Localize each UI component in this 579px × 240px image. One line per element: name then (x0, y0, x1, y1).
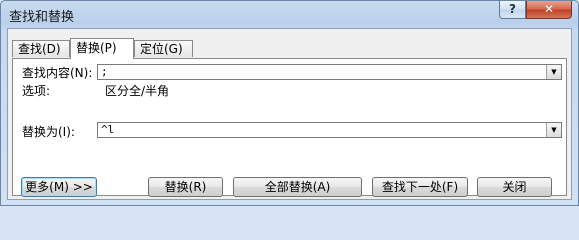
chevron-down-icon[interactable]: ▼ (546, 65, 561, 79)
replace-panel: 查找内容(N): ; ▼ 选项: 区分全/半角 替换为(I): ^l ▼ 更多(… (12, 58, 567, 197)
tab-goto[interactable]: 定位(G) (134, 40, 193, 57)
chevron-down-icon[interactable]: ▼ (546, 123, 561, 137)
window-close-button[interactable]: ✕ (526, 1, 572, 19)
dialog-client-area: 查找(D) 替换(P) 定位(G) 查找内容(N): ; ▼ 选项: 区分全/半… (7, 28, 572, 200)
find-what-combobox[interactable]: ; ▼ (97, 64, 562, 80)
options-label: 选项: (22, 84, 51, 98)
help-button[interactable]: ? (499, 1, 526, 19)
replace-with-label: 替换为(I): (22, 125, 75, 139)
find-next-button[interactable]: 查找下一处(F) (372, 177, 468, 197)
options-value: 区分全/半角 (105, 84, 170, 98)
more-button[interactable]: 更多(M) >> (21, 177, 97, 197)
replace-with-value: ^l (101, 123, 115, 136)
find-what-label: 查找内容(N): (22, 66, 93, 80)
find-what-value: ; (101, 65, 108, 78)
replace-all-button[interactable]: 全部替换(A) (233, 177, 362, 197)
find-replace-dialog: 查找和替换 ? ✕ 查找(D) 替换(P) 定位(G) 查找内容(N): ; ▼… (0, 0, 579, 206)
tab-replace[interactable]: 替换(P) (70, 38, 134, 59)
replace-button[interactable]: 替换(R) (148, 177, 223, 197)
tab-find[interactable]: 查找(D) (12, 40, 70, 57)
replace-with-combobox[interactable]: ^l ▼ (97, 122, 562, 138)
title-bar: 查找和替换 ? ✕ (1, 1, 578, 28)
window-title: 查找和替换 (9, 10, 75, 25)
close-button[interactable]: 关闭 (477, 177, 552, 197)
